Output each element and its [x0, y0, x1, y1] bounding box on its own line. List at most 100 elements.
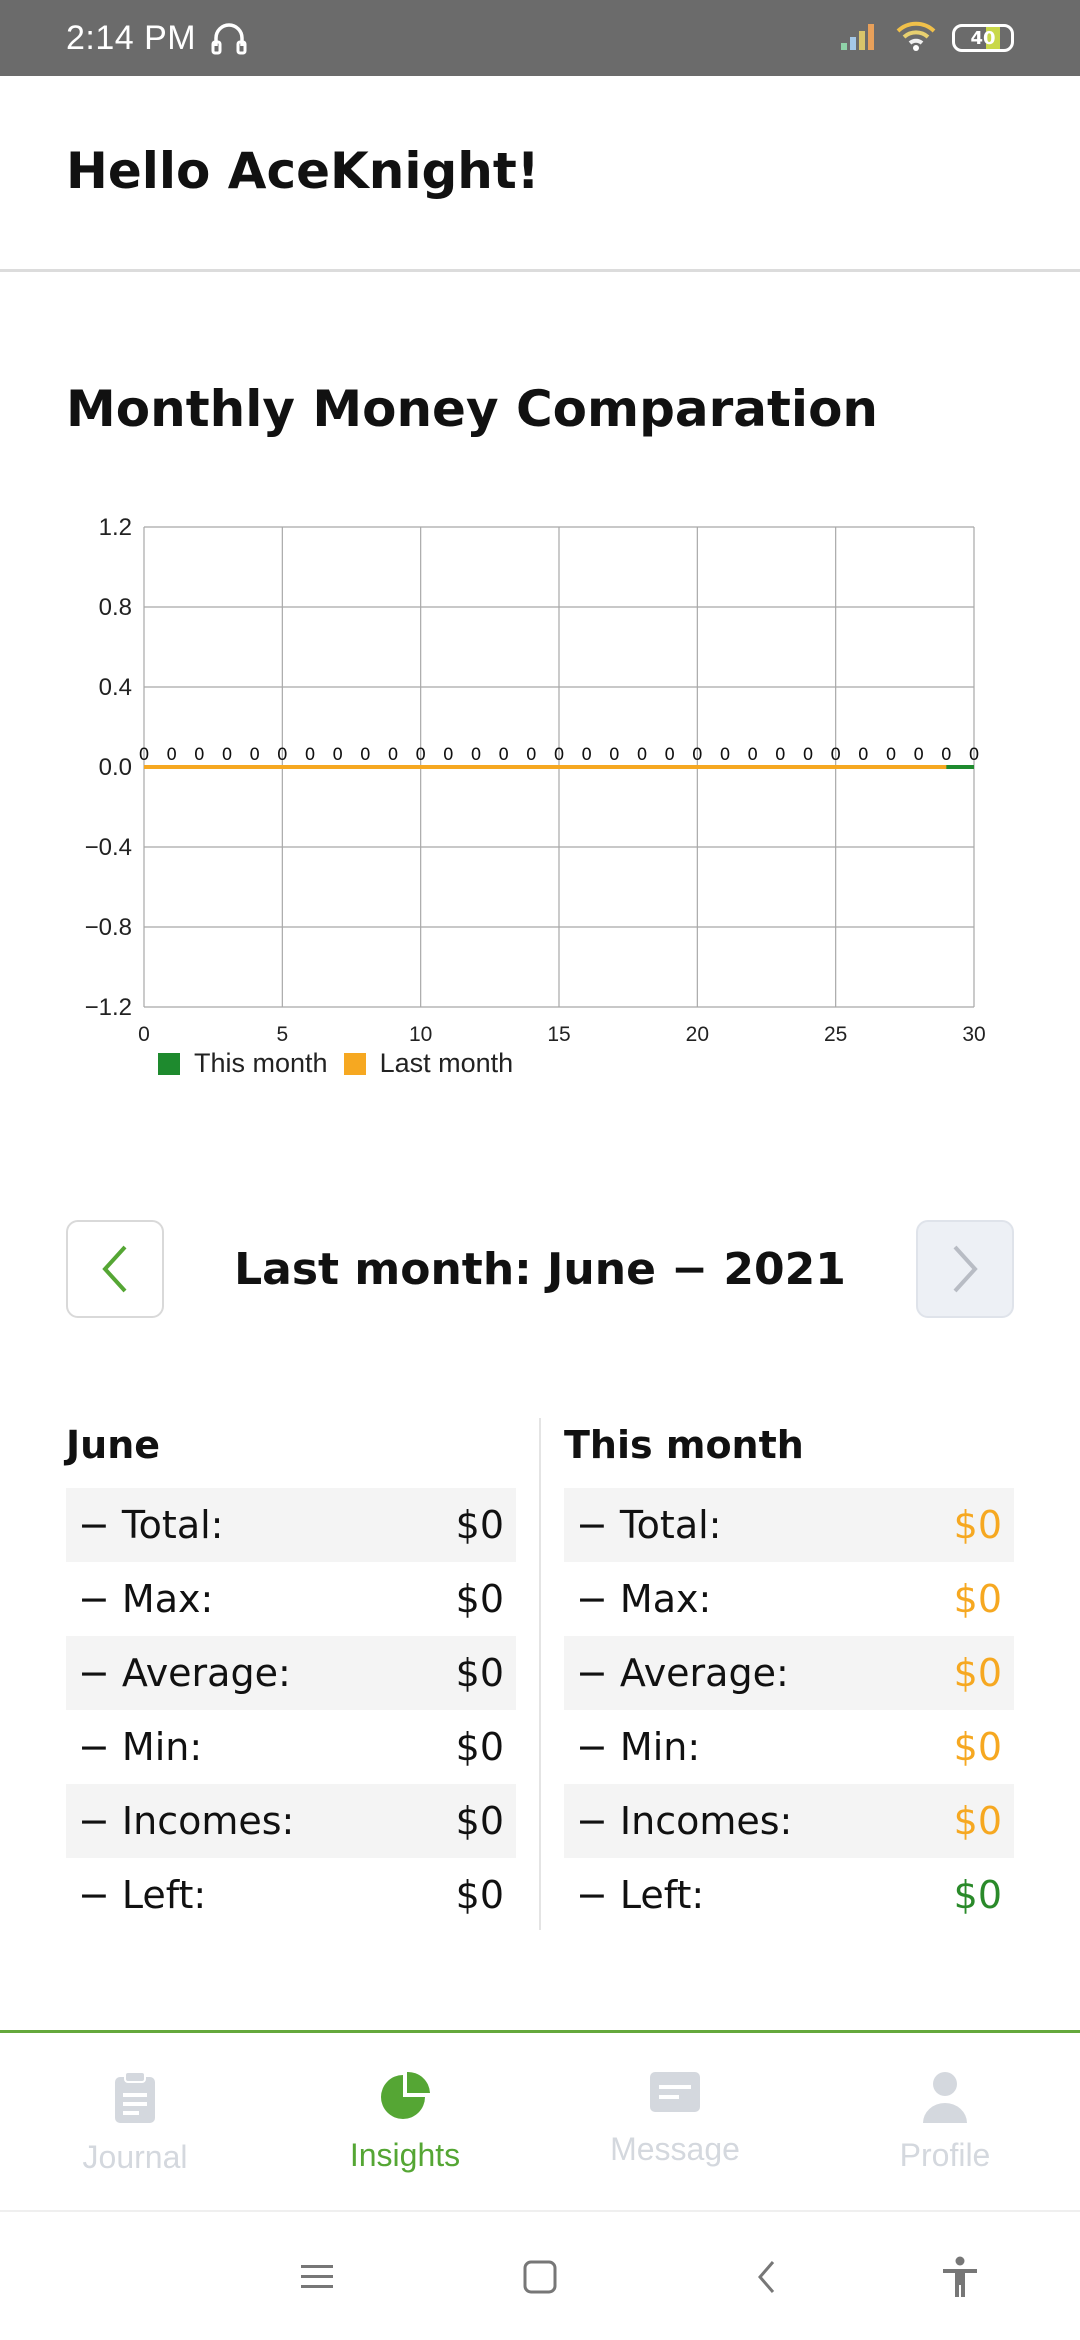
data-label: 0	[249, 745, 260, 765]
stat-value: $0	[953, 1873, 1002, 1917]
stats-comparison: June − Total: $0− Max: $0− Average: $0− Min…	[66, 1418, 1014, 1930]
y-tick-label: 0.8	[99, 594, 132, 621]
chart-title: Monthly Money Comparation	[66, 380, 879, 438]
battery-level: 40	[970, 27, 996, 49]
stat-row: − Average: $0	[564, 1636, 1014, 1710]
header: Hello AceKnight!	[0, 76, 1080, 272]
data-label: 0	[803, 745, 814, 765]
stat-label: − Max:	[78, 1577, 214, 1621]
system-navigation	[0, 2210, 1080, 2340]
stat-value: $0	[455, 1725, 504, 1769]
stat-row: − Max: $0	[66, 1562, 516, 1636]
stat-value: $0	[953, 1503, 1002, 1547]
stat-value: $0	[455, 1651, 504, 1695]
tab-journal[interactable]: Journal	[0, 2033, 270, 2210]
data-label: 0	[471, 745, 482, 765]
headset-icon	[210, 20, 248, 56]
tab-message[interactable]: Message	[540, 2033, 810, 2210]
data-label: 0	[720, 745, 731, 765]
data-label: 0	[415, 745, 426, 765]
data-label: 0	[747, 745, 758, 765]
status-bar: 2:14 PM 40	[0, 0, 1080, 76]
stat-label: − Left:	[576, 1873, 705, 1917]
data-label: 0	[830, 745, 841, 765]
stat-row: − Left: $0	[66, 1858, 516, 1932]
data-label: 0	[360, 745, 371, 765]
home-icon[interactable]	[515, 2252, 565, 2302]
x-tick-label: 25	[824, 1023, 847, 1045]
money-chart: 0 5 10 15 20 25 30 1.2 0.8 0.4 0.0 −0.4 −0.8 −1.2 0 0 0 0…	[60, 505, 1000, 1085]
y-tick-label: 1.2	[99, 514, 132, 541]
tab-profile-label: Profile	[899, 2137, 991, 2173]
legend-swatch-this-month	[158, 1052, 180, 1075]
stat-label: − Incomes:	[78, 1799, 295, 1843]
x-tick-label: 20	[686, 1023, 709, 1045]
y-tick-label: 0.4	[99, 674, 132, 701]
x-tick-label: 30	[962, 1023, 985, 1045]
y-tick-label: 0.0	[99, 754, 132, 781]
data-label: 0	[858, 745, 869, 765]
legend-this-month[interactable]: This month	[158, 1048, 328, 1079]
data-label: 0	[941, 745, 952, 765]
tab-insights[interactable]: Insights	[270, 2033, 540, 2210]
data-label: 0	[388, 745, 399, 765]
greeting: Hello AceKnight!	[66, 142, 540, 200]
clipboard-icon	[115, 2071, 155, 2123]
data-label: 0	[139, 745, 150, 765]
stat-label: − Min:	[576, 1725, 701, 1769]
stat-value: $0	[953, 1725, 1002, 1769]
stat-value: $0	[953, 1577, 1002, 1621]
data-label: 0	[305, 745, 316, 765]
tab-message-label: Message	[610, 2131, 740, 2167]
data-label: 0	[222, 745, 233, 765]
data-label: 0	[166, 745, 177, 765]
data-label: 0	[692, 745, 703, 765]
stat-label: − Left:	[78, 1873, 207, 1917]
stat-value: $0	[455, 1503, 504, 1547]
stat-value: $0	[455, 1577, 504, 1621]
data-label: 0	[443, 745, 454, 765]
screen: 2:14 PM 40 Hello AceKnight! Monthly Mone…	[0, 0, 1080, 2340]
message-icon	[650, 2072, 700, 2112]
tab-profile[interactable]: Profile	[810, 2033, 1080, 2210]
accessibility-icon[interactable]	[935, 2252, 985, 2302]
x-tick-label: 10	[409, 1023, 432, 1045]
stat-label: − Total:	[576, 1503, 722, 1547]
month-navigator: Last month: June − 2021	[66, 1220, 1014, 1320]
stat-value: $0	[455, 1873, 504, 1917]
stat-value: $0	[953, 1799, 1002, 1843]
status-icons: 40	[840, 19, 1014, 57]
stat-row: − Min: $0	[66, 1710, 516, 1784]
stat-label: − Average:	[576, 1651, 789, 1695]
wifi-icon	[896, 19, 936, 57]
stat-label: − Total:	[78, 1503, 224, 1547]
legend-label-this-month: This month	[194, 1048, 328, 1078]
menu-icon[interactable]	[292, 2252, 342, 2302]
back-icon[interactable]	[742, 2252, 792, 2302]
y-tick-label: −0.4	[85, 834, 132, 861]
status-time: 2:14 PM	[66, 18, 197, 57]
stat-label: − Incomes:	[576, 1799, 793, 1843]
chart-legend: This month Last month	[158, 1048, 529, 1079]
stats-this-month: This month − Total: $0 − Max: $0 − Average: $…	[564, 1418, 1014, 1932]
y-tick-label: −1.2	[85, 994, 132, 1021]
stats-june-title: June	[66, 1423, 161, 1467]
stat-row: − Total: $0	[66, 1488, 516, 1562]
legend-swatch-last-month	[343, 1052, 366, 1075]
stats-this-month-title: This month	[564, 1423, 804, 1467]
previous-month-button[interactable]	[66, 1220, 164, 1318]
data-label: 0	[554, 745, 565, 765]
data-label: 0	[194, 745, 205, 765]
x-tick-label: 0	[138, 1023, 150, 1045]
stats-divider	[539, 1418, 541, 1930]
chart-canvas: 0 5 10 15 20 25 301.20.80.40.0−0.4−0.8−1.20 0 0 0…	[85, 514, 986, 1045]
next-month-button[interactable]	[916, 1220, 1014, 1318]
pie-chart-icon	[381, 2071, 430, 2119]
stats-june: June − Total: $0− Max: $0− Average: $0− Min…	[66, 1418, 516, 1932]
stat-row: − Incomes: $0	[66, 1784, 516, 1858]
legend-last-month[interactable]: Last month	[343, 1048, 513, 1079]
stat-label: − Max:	[576, 1577, 712, 1621]
data-label: 0	[498, 745, 509, 765]
data-label: 0	[637, 745, 648, 765]
data-label: 0	[277, 745, 288, 765]
